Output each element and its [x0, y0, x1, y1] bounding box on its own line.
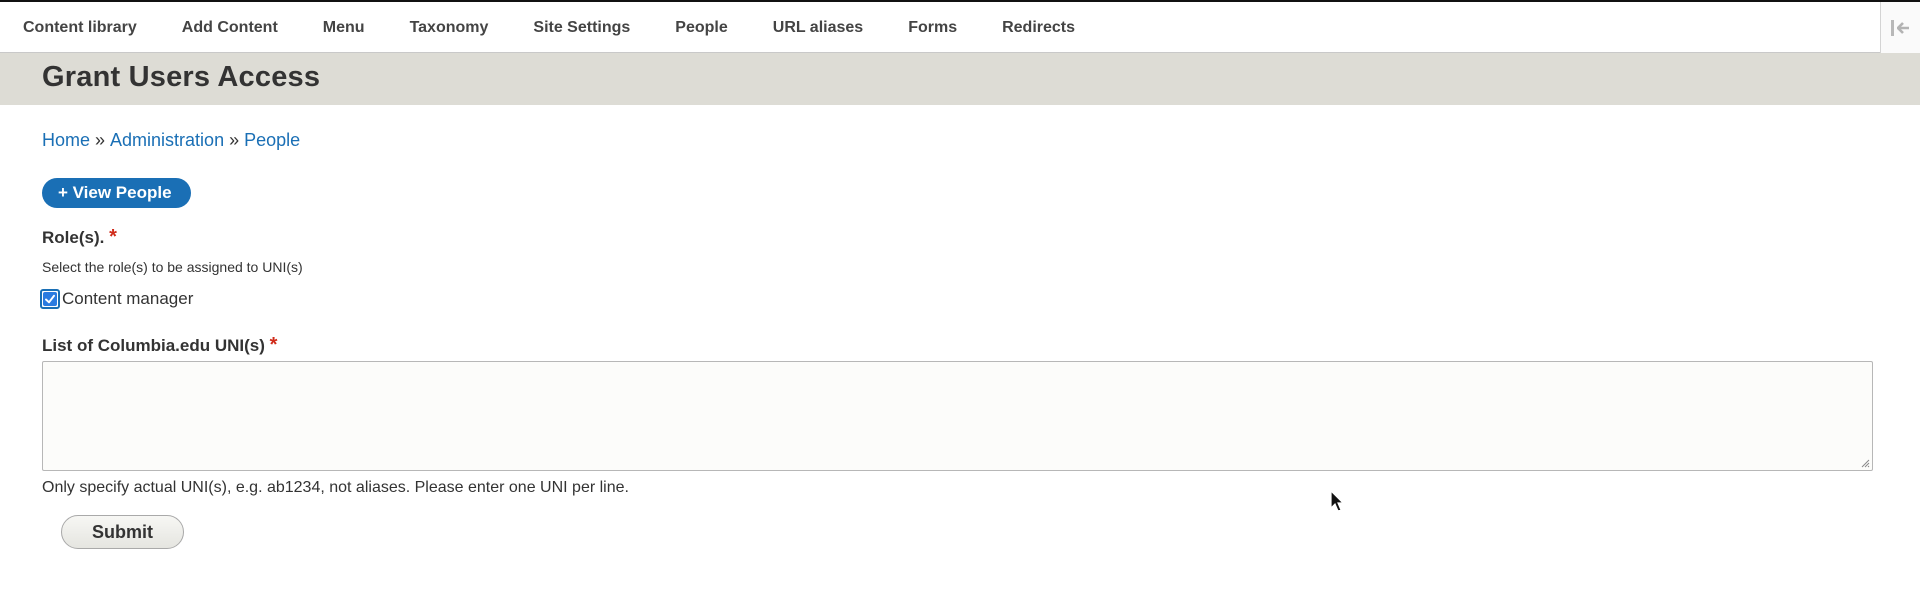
content-manager-label[interactable]: Content manager	[62, 289, 193, 309]
breadcrumb: Home» Administration» People	[42, 130, 300, 151]
role-option-content-manager: Content manager	[40, 289, 193, 309]
unis-textarea[interactable]	[42, 361, 1873, 471]
unis-description: Only specify actual UNI(s), e.g. ab1234,…	[42, 479, 629, 496]
admin-toolbar: Content library Add Content Menu Taxonom…	[0, 0, 1920, 53]
toolbar-item-people[interactable]: People	[652, 19, 749, 37]
toolbar-item-content-library[interactable]: Content library	[0, 19, 159, 37]
required-marker: *	[109, 226, 117, 248]
mouse-cursor-icon	[1330, 490, 1345, 512]
toolbar-item-site-settings[interactable]: Site Settings	[510, 19, 652, 37]
submit-button[interactable]: Submit	[61, 515, 184, 549]
page-title: Grant Users Access	[42, 61, 321, 93]
page-title-region: Grant Users Access	[0, 53, 1920, 105]
toolbar-item-url-aliases[interactable]: URL aliases	[750, 19, 885, 37]
toolbar-menu: Content library Add Content Menu Taxonom…	[0, 2, 1097, 53]
unis-label-text: List of Columbia.edu UNI(s)	[42, 336, 265, 355]
breadcrumb-administration[interactable]: Administration	[110, 130, 224, 150]
collapse-arrow-icon	[1891, 19, 1910, 36]
unis-label: List of Columbia.edu UNI(s) *	[42, 334, 277, 357]
toolbar-item-redirects[interactable]: Redirects	[979, 19, 1097, 37]
content-manager-checkbox[interactable]	[40, 289, 60, 309]
view-people-button[interactable]: + View People	[42, 178, 191, 208]
breadcrumb-home[interactable]: Home	[42, 130, 90, 150]
toolbar-collapse-button[interactable]	[1880, 2, 1920, 53]
breadcrumb-separator: »	[229, 130, 240, 150]
roles-label: Role(s). *	[42, 226, 117, 249]
toolbar-item-menu[interactable]: Menu	[300, 19, 387, 37]
roles-description: Select the role(s) to be assigned to UNI…	[42, 259, 303, 275]
required-marker: *	[269, 334, 278, 356]
roles-label-text: Role(s).	[42, 228, 105, 247]
resize-grip-icon[interactable]	[1860, 458, 1870, 468]
toolbar-item-taxonomy[interactable]: Taxonomy	[387, 19, 511, 37]
checkmark-icon	[43, 292, 57, 306]
breadcrumb-separator: »	[95, 130, 106, 150]
breadcrumb-people[interactable]: People	[244, 130, 300, 150]
toolbar-item-add-content[interactable]: Add Content	[159, 19, 300, 37]
toolbar-item-forms[interactable]: Forms	[885, 19, 979, 37]
